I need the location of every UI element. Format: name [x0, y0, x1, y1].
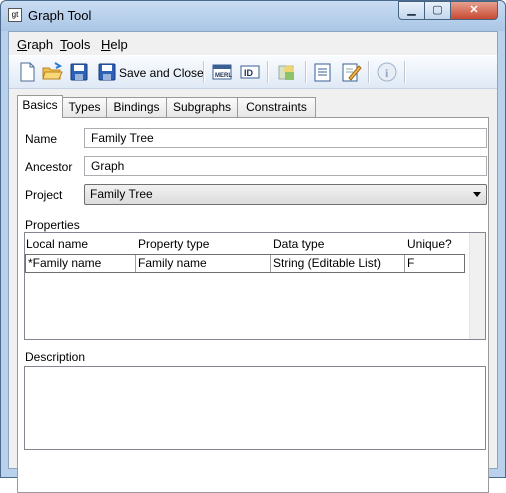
menu-tools[interactable]: Tools: [60, 37, 90, 52]
svg-text:ID: ID: [244, 68, 254, 78]
list-icon[interactable]: [312, 61, 334, 83]
description-label: Description: [25, 350, 86, 364]
client-area: Graph Tools Help Save and Close MERL ID …: [8, 31, 498, 493]
graph-tool-window: gt Graph Tool ▁ ▢ ✕ Graph Tools Help Sav…: [0, 0, 506, 493]
table-scrollbar[interactable]: [469, 233, 485, 339]
save-icon[interactable]: [69, 61, 89, 83]
info-icon[interactable]: i: [376, 61, 398, 83]
properties-table: Local name Property type Data type Uniqu…: [24, 232, 486, 340]
app-icon[interactable]: gt: [8, 8, 22, 22]
ancestor-label: Ancestor: [25, 160, 73, 174]
merl-icon[interactable]: MERL: [211, 61, 233, 83]
column-header-property-type[interactable]: Property type: [138, 237, 209, 251]
window-title: Graph Tool: [28, 8, 92, 23]
project-select-value: Family Tree: [90, 187, 153, 201]
table-header: Local name Property type Data type Uniqu…: [25, 233, 470, 255]
image-icon[interactable]: [276, 61, 298, 83]
table-row[interactable]: *Family name Family name String (Editabl…: [25, 254, 465, 273]
properties-label: Properties: [25, 218, 80, 232]
menu-graph-mnemonic: G: [17, 37, 28, 52]
cell-local-name[interactable]: *Family name: [26, 255, 136, 272]
toolbar-separator: [368, 61, 370, 83]
name-label: Name: [25, 132, 58, 146]
column-header-data-type[interactable]: Data type: [273, 237, 324, 251]
column-header-local-name[interactable]: Local name: [26, 237, 88, 251]
open-folder-icon[interactable]: [41, 61, 63, 83]
save-and-close-icon[interactable]: [97, 61, 117, 83]
menu-help-mnemonic: H: [101, 37, 111, 52]
maximize-button[interactable]: ▢: [424, 1, 451, 20]
id-icon[interactable]: ID: [239, 61, 261, 83]
tab-subgraphs[interactable]: Subgraphs: [166, 97, 238, 117]
toolbar-separator: [305, 61, 307, 83]
tab-basics[interactable]: Basics: [17, 95, 63, 118]
tab-constraints[interactable]: Constraints: [237, 97, 316, 117]
tab-types[interactable]: Types: [62, 97, 107, 117]
close-button[interactable]: ✕: [450, 1, 498, 20]
save-and-close-button[interactable]: Save and Close: [119, 66, 204, 80]
menu-tools-rest: ools: [66, 37, 91, 52]
minimize-button[interactable]: ▁: [398, 1, 425, 20]
project-select[interactable]: Family Tree: [84, 184, 487, 205]
chevron-down-icon[interactable]: [473, 192, 481, 197]
title-bar[interactable]: gt Graph Tool ▁ ▢ ✕: [1, 1, 505, 31]
menu-bar: Graph Tools Help: [9, 32, 497, 54]
cell-data-type[interactable]: String (Editable List): [271, 255, 405, 272]
edit-icon[interactable]: [340, 61, 362, 83]
menu-graph-rest: raph: [27, 37, 54, 52]
menu-help-rest: elp: [110, 37, 128, 52]
column-header-unique[interactable]: Unique?: [407, 237, 452, 251]
ancestor-field[interactable]: Graph: [84, 156, 487, 176]
tab-bindings[interactable]: Bindings: [106, 97, 167, 117]
toolbar: Save and Close MERL ID i: [9, 55, 497, 89]
new-document-icon[interactable]: [17, 61, 37, 83]
cell-property-type[interactable]: Family name: [136, 255, 271, 272]
table-body: *Family name Family name String (Editabl…: [25, 254, 470, 339]
name-field[interactable]: Family Tree: [84, 128, 487, 148]
description-field[interactable]: [24, 366, 486, 450]
project-label: Project: [25, 188, 63, 202]
toolbar-separator: [203, 61, 205, 83]
cell-unique[interactable]: F: [405, 255, 464, 272]
toolbar-separator: [267, 61, 269, 83]
menu-help[interactable]: Help: [101, 37, 128, 52]
menu-graph[interactable]: Graph: [17, 37, 53, 52]
svg-text:MERL: MERL: [215, 73, 232, 79]
toolbar-separator: [404, 61, 406, 83]
